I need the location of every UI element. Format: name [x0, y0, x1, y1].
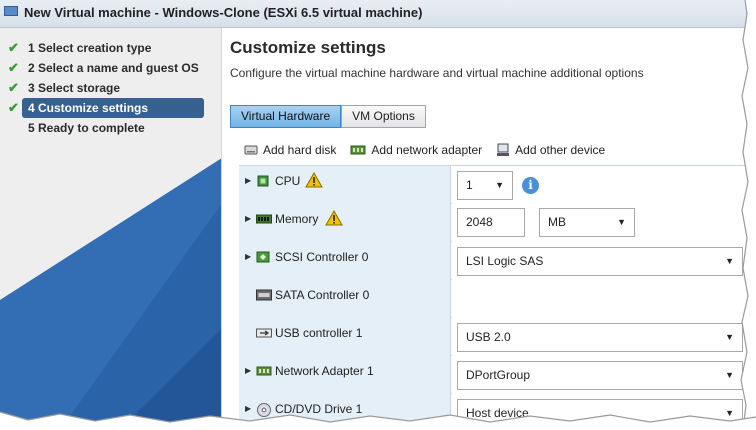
window-title: New Virtual machine - Windows-Clone (ESX…: [24, 5, 423, 20]
hardware-row-cpu: ▶ CPU 1 ▼ i: [239, 166, 756, 204]
hardware-value-cell: 2048 MB ▼: [452, 204, 756, 242]
hardware-label-cell: SATA Controller 0: [239, 280, 451, 318]
hardware-value-cell: Host device ▼: [452, 394, 756, 430]
wizard-step-2[interactable]: ✔ 2 Select a name and guest OS: [8, 58, 204, 78]
hardware-row-usb: USB controller 1 USB 2.0 ▼: [239, 318, 756, 356]
add-hard-disk-button[interactable]: Add hard disk: [244, 141, 336, 159]
page-description: Configure the virtual machine hardware a…: [230, 66, 644, 80]
page-title: Customize settings: [230, 38, 386, 57]
check-icon: ✔: [8, 80, 19, 95]
hardware-value-cell: USB 2.0 ▼: [452, 318, 756, 356]
dropdown-arrow-icon: ▼: [617, 217, 626, 227]
expand-triangle-icon[interactable]: ▶: [245, 252, 251, 261]
cd-dvd-source-select[interactable]: Host device ▼: [457, 399, 743, 428]
hardware-value-cell: LSI Logic SAS ▼: [452, 242, 756, 280]
usb-version-value: USB 2.0: [466, 330, 511, 344]
warning-icon: [305, 172, 323, 188]
wizard-step-1[interactable]: ✔ 1 Select creation type: [8, 38, 204, 58]
tab-virtual-hardware[interactable]: Virtual Hardware: [230, 105, 342, 128]
check-icon: ✔: [8, 60, 19, 75]
network-adapter-icon: [256, 366, 272, 376]
check-icon: ✔: [8, 100, 19, 115]
hardware-name: SATA Controller 0: [275, 288, 370, 302]
scsi-type-value: LSI Logic SAS: [466, 254, 544, 268]
scsi-type-select[interactable]: LSI Logic SAS ▼: [457, 247, 743, 276]
expand-triangle-icon[interactable]: ▶: [245, 176, 251, 185]
add-network-adapter-button[interactable]: Add network adapter: [350, 141, 482, 159]
wizard-step-label: 1 Select creation type: [28, 41, 152, 55]
add-hard-disk-label: Add hard disk: [263, 143, 337, 157]
window-titlebar: New Virtual machine - Windows-Clone (ESX…: [0, 0, 756, 28]
dropdown-arrow-icon: ▼: [725, 370, 734, 380]
hardware-row-scsi: ▶ SCSI Controller 0 LSI Logic SAS ▼: [239, 242, 756, 280]
hardware-name: USB controller 1: [275, 326, 363, 340]
usb-version-select[interactable]: USB 2.0 ▼: [457, 323, 743, 352]
wizard-step-4[interactable]: ✔ 4 Customize settings: [8, 98, 204, 118]
hardware-row-network-adapter: ▶ Network Adapter 1 DPortGroup ▼: [239, 356, 756, 394]
wizard-step-label: 4 Customize settings: [28, 101, 149, 115]
network-portgroup-select[interactable]: DPortGroup ▼: [457, 361, 743, 390]
settings-tabs: Virtual Hardware VM Options: [230, 105, 426, 128]
add-other-device-label: Add other device: [515, 143, 606, 157]
other-device-icon: [497, 143, 510, 156]
scsi-controller-icon: [256, 251, 270, 263]
wizard-steps: ✔ 1 Select creation type ✔ 2 Select a na…: [0, 38, 221, 138]
hardware-name: CPU: [275, 174, 301, 188]
hardware-label-cell: USB controller 1: [239, 318, 451, 356]
memory-icon: [256, 214, 272, 224]
hardware-label-cell: ▶ SCSI Controller 0: [239, 242, 451, 280]
wizard-step-label: 2 Select a name and guest OS: [28, 61, 199, 75]
hardware-name: SCSI Controller 0: [275, 250, 369, 264]
hardware-row-sata: SATA Controller 0: [239, 280, 756, 318]
vm-app-icon: [4, 6, 18, 16]
memory-unit-select[interactable]: MB ▼: [539, 208, 635, 237]
cd-dvd-source-value: Host device: [466, 406, 529, 420]
hardware-name: Network Adapter 1: [275, 364, 374, 378]
add-network-adapter-label: Add network adapter: [371, 143, 483, 157]
check-icon: ✔: [8, 40, 19, 55]
wizard-sidebar: ✔ 1 Select creation type ✔ 2 Select a na…: [0, 28, 222, 430]
network-portgroup-value: DPortGroup: [466, 368, 531, 382]
tab-vm-options[interactable]: VM Options: [341, 105, 426, 128]
hardware-row-cd-dvd: ▶ CD/DVD Drive 1 Host device ▼: [239, 394, 756, 430]
dropdown-arrow-icon: ▼: [495, 180, 504, 190]
hardware-name: Memory: [275, 212, 319, 226]
wizard-step-3[interactable]: ✔ 3 Select storage: [8, 78, 204, 98]
sata-controller-icon: [256, 289, 272, 301]
hardware-value-cell: [452, 280, 756, 318]
network-adapter-icon: [350, 145, 366, 155]
wizard-step-5[interactable]: 5 Ready to complete: [22, 118, 204, 138]
hardware-label-cell: ▶ CPU: [239, 166, 451, 204]
wizard-step-label: 3 Select storage: [28, 81, 121, 95]
memory-size-input[interactable]: 2048: [457, 208, 525, 237]
info-icon[interactable]: i: [522, 177, 539, 194]
cpu-count-select[interactable]: 1 ▼: [457, 171, 513, 200]
hardware-label-cell: ▶ Memory: [239, 204, 451, 242]
wizard-step-label: 5 Ready to complete: [28, 121, 145, 135]
hardware-name: CD/DVD Drive 1: [275, 402, 363, 416]
expand-triangle-icon[interactable]: ▶: [245, 214, 251, 223]
hard-disk-icon: [244, 145, 258, 155]
hardware-value-cell: DPortGroup ▼: [452, 356, 756, 394]
expand-triangle-icon[interactable]: ▶: [245, 366, 251, 375]
hardware-label-cell: ▶ Network Adapter 1: [239, 356, 451, 394]
hardware-label-cell: ▶ CD/DVD Drive 1: [239, 394, 451, 430]
cpu-icon: [257, 175, 269, 187]
hardware-toolbar: Add hard disk Add network adapter Add ot…: [244, 141, 605, 159]
expand-triangle-icon[interactable]: ▶: [245, 404, 251, 413]
memory-unit-value: MB: [548, 215, 566, 229]
hardware-grid: ▶ CPU 1 ▼ i ▶ Memory 2048 MB ▼ ▶ SCSI Co…: [239, 165, 756, 430]
memory-size-value: 2048: [466, 215, 493, 229]
hardware-row-memory: ▶ Memory 2048 MB ▼: [239, 204, 756, 242]
hardware-value-cell: 1 ▼ i: [452, 166, 756, 204]
usb-controller-icon: [256, 328, 272, 338]
warning-icon: [325, 210, 343, 226]
cpu-count-value: 1: [466, 178, 473, 192]
dropdown-arrow-icon: ▼: [725, 256, 734, 266]
customize-settings-panel: Customize settings Configure the virtual…: [222, 28, 756, 430]
dropdown-arrow-icon: ▼: [725, 332, 734, 342]
dropdown-arrow-icon: ▼: [725, 408, 734, 418]
add-other-device-button[interactable]: Add other device: [496, 141, 605, 159]
cd-dvd-icon: [257, 403, 271, 417]
